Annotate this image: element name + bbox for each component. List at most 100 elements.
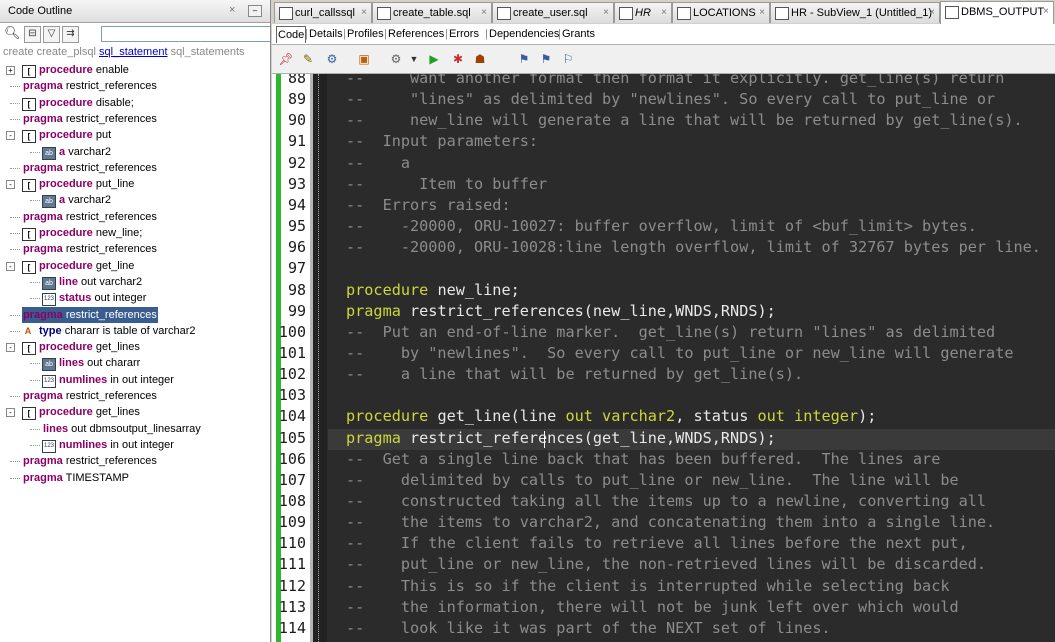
- collapse-icon[interactable]: -: [6, 131, 15, 141]
- breadcrumb-item[interactable]: create create_plsql: [3, 46, 96, 58]
- editor-tab[interactable]: HR - SubView_1 (Untitled_1) ×: [770, 2, 940, 23]
- breadcrumb-item[interactable]: sql_statements: [171, 46, 245, 58]
- code-line[interactable]: -- constructed taking all the items up t…: [346, 492, 986, 510]
- run-icon[interactable]: ▶: [426, 51, 442, 67]
- collapse-icon[interactable]: -: [6, 261, 15, 271]
- outline-item[interactable]: pragma restrict_references: [0, 306, 270, 323]
- fold-margin[interactable]: [313, 74, 327, 642]
- search-icon[interactable]: 🔍︎: [4, 26, 21, 41]
- outline-item[interactable]: -[procedure get_lines: [0, 404, 270, 421]
- expand-icon[interactable]: +: [6, 66, 15, 75]
- chevron-down-icon[interactable]: ▼: [406, 51, 422, 67]
- code-line[interactable]: -- -20000, ORU-10028:line length overflo…: [346, 238, 1041, 256]
- editor-tab[interactable]: HR ×: [614, 2, 672, 23]
- outline-item[interactable]: 123 status out integer: [0, 290, 270, 307]
- editor-tab[interactable]: curl_callssql ×: [274, 2, 372, 23]
- code-line[interactable]: -- want another format then format it ex…: [346, 74, 1004, 87]
- bookmark-icon[interactable]: ⚑: [516, 51, 532, 67]
- code-line[interactable]: -- look like it was part of the NEXT set…: [346, 619, 831, 637]
- outline-item[interactable]: ab line out varchar2: [0, 274, 270, 290]
- code-line[interactable]: -- Errors raised:: [346, 196, 511, 214]
- code-line[interactable]: -- Get a single line back that has been …: [346, 450, 940, 468]
- outline-item[interactable]: Atype chararr is table of varchar2: [0, 323, 270, 339]
- subtab-references[interactable]: References: [387, 26, 445, 42]
- code-line[interactable]: pragma restrict_references(get_line,WNDS…: [346, 429, 776, 447]
- code-line[interactable]: -- "lines" as delimited by "newlines". S…: [346, 90, 995, 108]
- close-icon[interactable]: ×: [603, 3, 609, 23]
- sync-icon[interactable]: ⇉: [62, 26, 79, 43]
- outline-filter-input[interactable]: [101, 26, 270, 42]
- code-line[interactable]: -- delimited by calls to put_line or new…: [346, 471, 959, 489]
- settings-icon[interactable]: ⚙: [388, 51, 404, 67]
- close-icon[interactable]: ×: [661, 3, 667, 23]
- code-line[interactable]: -- the items to varchar2, and concatenat…: [346, 513, 995, 531]
- close-icon[interactable]: ×: [481, 3, 487, 23]
- outline-item[interactable]: + [procedure enable: [0, 62, 270, 78]
- subtab-dependencies[interactable]: Dependencies: [488, 26, 560, 42]
- outline-item[interactable]: pragma TIMESTAMP: [0, 470, 270, 486]
- outline-item[interactable]: lines out dbmsoutput_linesarray: [0, 421, 270, 437]
- outline-item[interactable]: pragma restrict_references: [0, 388, 270, 404]
- breadcrumb-item-active[interactable]: sql_statement: [99, 46, 167, 58]
- outline-item[interactable]: pragma restrict_references: [0, 78, 270, 94]
- code-line[interactable]: -- a line that will be returned by get_l…: [346, 365, 803, 383]
- editor-tab[interactable]: create_table.sql ×: [372, 2, 492, 23]
- outline-item[interactable]: ab a varchar2: [0, 192, 270, 209]
- subtab-code[interactable]: Code: [276, 26, 307, 43]
- package-icon[interactable]: ▣: [356, 51, 372, 67]
- subtab-grants[interactable]: Grants: [561, 26, 596, 42]
- close-icon[interactable]: ×: [759, 3, 765, 23]
- outline-item[interactable]: pragma restrict_references: [0, 160, 270, 176]
- subtab-errors[interactable]: Errors: [448, 26, 480, 42]
- compile-icon[interactable]: ⚙: [324, 51, 340, 67]
- outline-item[interactable]: [procedure new_line;: [0, 225, 270, 241]
- code-line[interactable]: -- If the client fails to retrieve all l…: [346, 534, 968, 552]
- outline-item[interactable]: pragma restrict_references: [0, 241, 270, 257]
- bookmark-next-icon[interactable]: ⚑: [538, 51, 554, 67]
- outline-item[interactable]: -[procedure get_lines: [0, 339, 270, 356]
- code-line[interactable]: -- a: [346, 154, 410, 172]
- outline-item[interactable]: -[procedure put: [0, 127, 270, 144]
- close-icon[interactable]: ×: [361, 3, 367, 23]
- code-line[interactable]: -- by "newlines". So every call to put_l…: [346, 344, 1014, 362]
- outline-item[interactable]: 123 numlines in out integer: [0, 437, 270, 453]
- code-line[interactable]: -- Item to buffer: [346, 175, 547, 193]
- code-line[interactable]: -- new_line will generate a line that wi…: [346, 111, 1023, 129]
- code-line[interactable]: -- Input parameters:: [346, 132, 538, 150]
- outline-item[interactable]: 123 numlines in out integer: [0, 372, 270, 388]
- bookmark-prev-icon[interactable]: ⚐: [560, 51, 576, 67]
- close-icon[interactable]: ×: [929, 3, 935, 23]
- minimize-icon[interactable]: –: [248, 5, 262, 17]
- code-line[interactable]: -- This is so if the client is interrupt…: [346, 577, 949, 595]
- outline-item[interactable]: ab a varchar2: [0, 144, 270, 160]
- collapse-icon[interactable]: -: [6, 180, 15, 190]
- outline-item[interactable]: pragma restrict_references: [0, 209, 270, 225]
- outline-item[interactable]: -[procedure put_line: [0, 176, 270, 193]
- code-line[interactable]: pragma restrict_references(new_line,WNDS…: [346, 302, 776, 320]
- collapse-icon[interactable]: -: [6, 408, 15, 418]
- filter-icon[interactable]: ▽: [43, 26, 60, 43]
- editor-tab[interactable]: LOCATIONS ×: [672, 2, 770, 23]
- close-icon[interactable]: ×: [229, 4, 235, 16]
- collapse-icon[interactable]: ⊟: [24, 26, 41, 43]
- code-line[interactable]: procedure get_line(line out varchar2, st…: [346, 407, 876, 425]
- outline-item[interactable]: -[procedure get_line: [0, 258, 270, 274]
- debug-icon[interactable]: ✱: [450, 51, 466, 67]
- editor-tab[interactable]: create_user.sql ×: [492, 2, 614, 23]
- code-line[interactable]: -- -20000, ORU-10027: buffer overflow, l…: [346, 217, 977, 235]
- outline-item[interactable]: pragma restrict_references: [0, 453, 270, 469]
- outline-item[interactable]: [procedure disable;: [0, 95, 270, 111]
- editor-tab[interactable]: DBMS_OUTPUT ×: [940, 1, 1054, 24]
- outline-item[interactable]: ab lines out chararr: [0, 355, 270, 372]
- code-editor[interactable]: 88 89 90 91 92 93 94 95 96 97 98 99 100 101 102 103 104 1…: [272, 74, 1055, 642]
- pin-icon[interactable]: 📌︎: [278, 51, 294, 67]
- collapse-icon[interactable]: -: [6, 343, 15, 353]
- subtab-profiles[interactable]: Profiles: [346, 26, 385, 42]
- edit-icon[interactable]: ✎: [300, 51, 316, 67]
- code-line[interactable]: -- Put an end-of-line marker. get_line(s…: [346, 323, 995, 341]
- code-line[interactable]: procedure new_line;: [346, 281, 520, 299]
- subtab-details[interactable]: Details: [308, 26, 344, 42]
- close-icon[interactable]: ×: [1043, 2, 1049, 22]
- code-line[interactable]: -- the information, there will not be ju…: [346, 598, 959, 616]
- code-line[interactable]: -- put_line or new_line, the non-retriev…: [346, 555, 986, 573]
